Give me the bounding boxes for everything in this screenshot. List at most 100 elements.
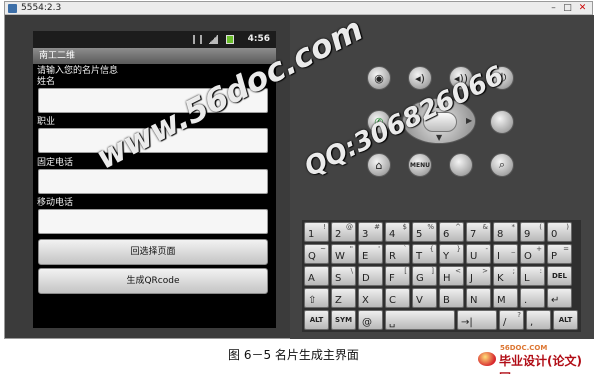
key-del[interactable]: DEL	[547, 266, 572, 286]
key-6[interactable]: 6 ^	[439, 222, 464, 242]
key-label: H	[443, 273, 451, 284]
page: 5554:2.3 – □ ✕ 4:56 南工二维 请输入您的名片信息 姓名 职业…	[0, 0, 597, 374]
key-label: I	[497, 251, 500, 262]
call-icon[interactable]: ✆	[367, 110, 391, 134]
minimize-button[interactable]: –	[547, 3, 560, 13]
key-5[interactable]: 5%	[412, 222, 437, 242]
key-⇧[interactable]: ⇧	[304, 288, 329, 308]
mobile-input[interactable]	[38, 209, 268, 234]
key-u[interactable]: U-	[466, 244, 491, 264]
key-q[interactable]: Q ~	[304, 244, 329, 264]
key-g[interactable]: G]	[412, 266, 437, 286]
menu-button[interactable]: MENU	[408, 153, 432, 177]
key-v[interactable]: V	[412, 288, 437, 308]
key-label: 0	[551, 229, 558, 240]
key-s[interactable]: S \	[331, 266, 356, 286]
key-y[interactable]: Y}	[439, 244, 464, 264]
key-d[interactable]: D	[358, 266, 383, 286]
dpad-right-icon[interactable]: ▶	[466, 116, 472, 125]
key-w[interactable]: W "	[331, 244, 356, 264]
dpad-up-icon[interactable]: ▲	[436, 100, 442, 109]
signal-icon	[208, 35, 218, 44]
key-label: Y	[443, 251, 450, 262]
key-,[interactable]: ,	[526, 310, 551, 330]
camera-icon[interactable]: ◉	[367, 66, 391, 90]
key-n[interactable]: N	[466, 288, 491, 308]
key-space[interactable]: ␣	[385, 310, 455, 330]
form-prompt: 请输入您的名片信息	[37, 66, 119, 76]
key-label: C	[389, 295, 396, 306]
key-label: ↵	[551, 295, 560, 306]
logo-ball-icon	[478, 352, 496, 366]
search-icon[interactable]: ⌕	[490, 153, 514, 177]
key-label: A	[308, 273, 315, 284]
key-secondary-label: ~	[320, 245, 326, 253]
key-secondary-label: _	[511, 245, 516, 253]
dpad-left-icon[interactable]: ◀	[407, 116, 413, 125]
dpad-down-icon[interactable]: ▼	[436, 133, 442, 142]
key-2[interactable]: 2 @	[331, 222, 356, 242]
key-alt[interactable]: ALT	[304, 310, 329, 330]
key-4[interactable]: 4 $	[385, 222, 410, 242]
battery-icon	[226, 35, 234, 44]
emulator-app-icon	[8, 4, 17, 13]
key-→|[interactable]: →|	[457, 310, 497, 330]
key-1[interactable]: 1!	[304, 222, 329, 242]
key-f[interactable]: F[	[385, 266, 410, 286]
key-e[interactable]: E '	[358, 244, 383, 264]
key-label: L	[524, 273, 530, 284]
key-0[interactable]: 0)	[547, 222, 572, 242]
key-secondary-label: ?	[517, 311, 521, 319]
dpad[interactable]: ▲ ▼ ◀ ▶	[402, 98, 476, 144]
key-h[interactable]: H <	[439, 266, 464, 286]
key-/[interactable]: /?	[499, 310, 524, 330]
key-p[interactable]: P =	[547, 244, 572, 264]
key-label: ␣	[389, 317, 396, 328]
generate-qrcode-button[interactable]: 生成QRcode	[38, 268, 268, 294]
key-3[interactable]: 3 #	[358, 222, 383, 242]
key-a[interactable]: A	[304, 266, 329, 286]
key-↵[interactable]: ↵	[547, 288, 572, 308]
name-input[interactable]	[38, 88, 268, 113]
key-b[interactable]: B	[439, 288, 464, 308]
back-to-select-button[interactable]: 回选择页面	[38, 239, 268, 265]
dpad-center-button[interactable]	[423, 112, 457, 132]
key-.[interactable]: .	[520, 288, 545, 308]
key-@[interactable]: @	[358, 310, 383, 330]
end-call-icon[interactable]	[490, 110, 514, 134]
key-9[interactable]: 9(	[520, 222, 545, 242]
key-o[interactable]: O +	[520, 244, 545, 264]
key-secondary-label: $	[402, 223, 407, 231]
key-label: Q	[308, 251, 316, 262]
home-icon[interactable]: ⌂	[367, 153, 391, 177]
key-t[interactable]: T{	[412, 244, 437, 264]
volume-up-icon[interactable]: ◂))	[449, 66, 473, 90]
back-icon[interactable]	[449, 153, 473, 177]
key-z[interactable]: Z	[331, 288, 356, 308]
close-button[interactable]: ✕	[576, 3, 589, 13]
key-label: T	[416, 251, 423, 262]
key-x[interactable]: X	[358, 288, 383, 308]
key-sym[interactable]: SYM	[331, 310, 356, 330]
key-label: 3	[362, 229, 369, 240]
key-8[interactable]: 8 *	[493, 222, 518, 242]
key-secondary-label: ]	[431, 267, 434, 275]
power-icon[interactable]: ⏻	[490, 66, 514, 90]
key-label: 5	[416, 229, 423, 240]
key-alt[interactable]: ALT	[553, 310, 578, 330]
volume-down-icon[interactable]: ◂)	[408, 66, 432, 90]
key-m[interactable]: M	[493, 288, 518, 308]
key-label: ALT	[309, 316, 324, 324]
key-l[interactable]: L:	[520, 266, 545, 286]
key-k[interactable]: K;	[493, 266, 518, 286]
landline-input[interactable]	[38, 169, 268, 194]
key-j[interactable]: J >	[466, 266, 491, 286]
key-c[interactable]: C	[385, 288, 410, 308]
key-7[interactable]: 7 &	[466, 222, 491, 242]
maximize-button[interactable]: □	[561, 3, 574, 13]
key-label: 1	[308, 229, 315, 240]
key-i[interactable]: I _	[493, 244, 518, 264]
key-r[interactable]: R `	[385, 244, 410, 264]
key-label: DEL	[551, 272, 568, 280]
occupation-input[interactable]	[38, 128, 268, 153]
